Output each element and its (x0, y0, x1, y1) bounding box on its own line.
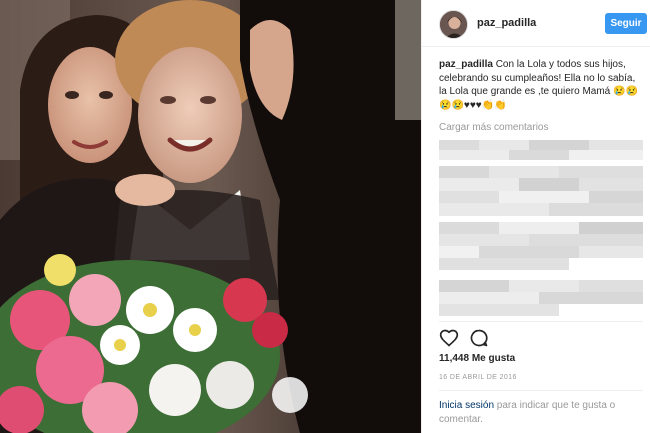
post-photo-image (0, 0, 421, 433)
heart-icon[interactable] (439, 328, 459, 348)
post-caption: paz_padilla Con la Lola y todos sus hijo… (439, 58, 643, 112)
likes-count[interactable]: 11,448 Me gusta (439, 353, 515, 364)
login-link[interactable]: Inicia sesión (439, 400, 494, 411)
divider (439, 321, 643, 322)
load-more-comments-link[interactable]: Cargar más comentarios (439, 122, 548, 133)
post-side-panel: paz_padilla Seguir paz_padilla Con la Lo… (421, 0, 650, 433)
caption-username[interactable]: paz_padilla (439, 59, 493, 70)
post-date: 16 DE ABRIL DE 2016 (439, 374, 517, 381)
login-prompt: Inicia sesión para indicar que te gusta … (439, 399, 644, 427)
comment-icon[interactable] (469, 328, 489, 348)
avatar-image (440, 11, 467, 38)
divider (439, 390, 643, 391)
pixelated-comment (439, 280, 643, 316)
username-link[interactable]: paz_padilla (477, 17, 536, 29)
follow-button[interactable]: Seguir (605, 13, 647, 34)
avatar[interactable] (439, 10, 468, 39)
post-actions (439, 328, 499, 348)
post-photo[interactable] (0, 0, 421, 433)
post-header: paz_padilla Seguir (422, 0, 650, 47)
pixelated-comment (439, 222, 643, 270)
pixelated-comment (439, 140, 643, 160)
pixelated-comment (439, 166, 643, 216)
